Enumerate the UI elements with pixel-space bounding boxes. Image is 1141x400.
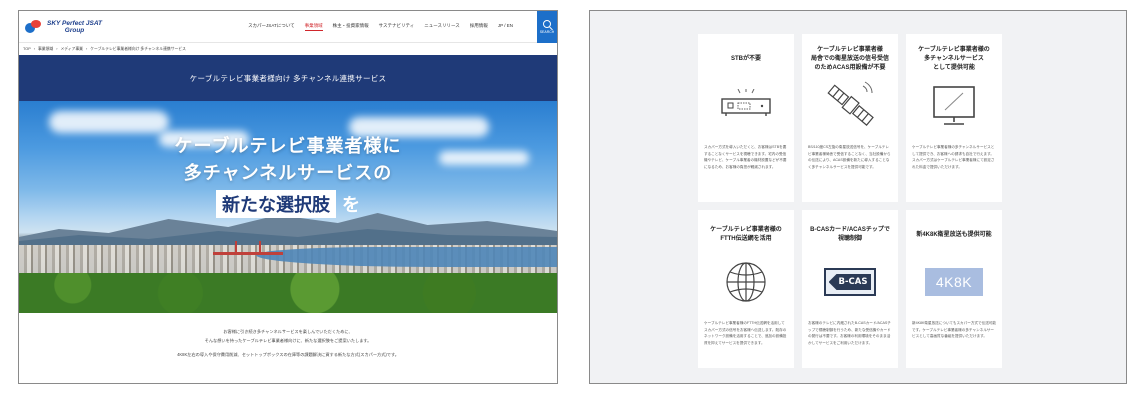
feature-card: B-CASカード/ACASチップで 視聴制御 B-CAS お客様のテレビに内蔵され… (802, 210, 898, 368)
hero-highlight: 新たな選択肢 (216, 190, 336, 218)
feature-card: 新4K8K衛星放送も提供可能 4K8K 新4K8K衛星放送についてもスカパー方式… (906, 210, 1002, 368)
card-description: お客様のテレビに内蔵されたB-CASカード/ACASチップで視聴制御を行うため、… (808, 321, 891, 345)
hero-line-2: 多チャンネルサービスの (183, 163, 393, 183)
global-nav: スカパーJSATについて 事業領域 株主・投資家情報 サステナビリティ ニュース… (248, 23, 513, 31)
hero-image: ケーブルテレビ事業者様に 多チャンネルサービスの 新たな選択肢 を (19, 101, 557, 313)
4k8k-label: 4K8K (935, 274, 973, 290)
hero-line-1: ケーブルテレビ事業者様に (174, 136, 402, 156)
breadcrumb: TOP › 事業領域 › メディア事業 › ケーブルテレビ事業者様向け 多チャンネル連… (23, 46, 186, 52)
company-logo[interactable]: SKY Perfect JSAT Group (25, 19, 103, 34)
intro-line: そんな想いを持ったケーブルテレビ事業者様向けに、新たな選択肢をご提案いたします。 (204, 338, 372, 343)
search-button[interactable]: SEARCH (537, 11, 557, 43)
b-cas-label: B-CAS (838, 277, 868, 287)
feature-grid: STBが不要 スカパー方式を導入いただくと、お客様はSTBを要することなくサービ… (698, 34, 1002, 368)
breadcrumb-item[interactable]: 事業領域 (38, 47, 53, 52)
logo-mark-icon (25, 19, 43, 34)
site-header: SKY Perfect JSAT Group スカパーJSATについて 事業領域… (19, 11, 557, 43)
feature-card: ケーブルテレビ事業者様の FTTH伝送網を活用 ケーブルテレビ事業者様のFTTH伝… (698, 210, 794, 368)
globe-network-icon (726, 262, 766, 302)
nav-item-about[interactable]: スカパーJSATについて (248, 23, 295, 31)
card-title: 新4K8K衛星放送も提供可能 (916, 231, 992, 238)
set-top-box-icon (721, 89, 771, 116)
card-title: ケーブルテレビ事業者様 局舎での衛星放送の信号受信 のためACAS用設備が不要 (810, 46, 889, 71)
card-description: ケーブルテレビ事業者様の多チャンネルサービスとして提供でき、お客様への請求も自社… (912, 145, 995, 169)
intro-line: 4K8K左右の導入や保守費用削減、セットトップボックスの在庫等の課題解決に資する… (177, 352, 399, 357)
television-icon (933, 86, 975, 125)
nav-item-investors[interactable]: 株主・投資家情報 (333, 23, 369, 31)
breadcrumb-item[interactable]: TOP (23, 47, 31, 51)
card-description: BS/110度CS左旋の衛星放送信号を、ケーブルテレビ事業者様局舎で受信すること… (808, 145, 891, 169)
feature-cards-screenshot: STBが不要 スカパー方式を導入いただくと、お客様はSTBを要することなくサービ… (589, 10, 1127, 384)
logo-text-line1: SKY Perfect JSAT (47, 19, 103, 27)
foreground-trees (19, 273, 557, 313)
search-label: SEARCH (539, 30, 555, 34)
hero-suffix: を (342, 195, 360, 215)
logo-text-line2: Group (64, 26, 85, 34)
4k8k-icon: 4K8K (925, 268, 983, 296)
intro-line: お客様に引き続き多チャンネルサービスを楽しんでいただくために、 (223, 329, 353, 334)
page-title-banner: ケーブルテレビ事業者様向け 多チャンネル連携サービス (19, 55, 557, 101)
card-description: スカパー方式を導入いただくと、お客様はSTBを要することなくサービスを視聴できま… (704, 145, 787, 169)
card-description: 新4K8K衛星放送についてもスカパー方式で伝送可能です。ケーブルテレビ事業者様の… (912, 321, 996, 339)
breadcrumb-item[interactable]: メディア事業 (60, 47, 83, 52)
bridge (212, 241, 283, 255)
nav-item-language[interactable]: JP / EN (498, 23, 513, 31)
satellite-icon (827, 81, 874, 126)
feature-card: STBが不要 スカパー方式を導入いただくと、お客様はSTBを要することなくサービ… (698, 34, 794, 202)
feature-card: ケーブルテレビ事業者様 局舎での衛星放送の信号受信 のためACAS用設備が不要 BS… (802, 34, 898, 202)
search-icon (543, 20, 551, 28)
nav-item-business[interactable]: 事業領域 (304, 23, 323, 31)
nav-item-news[interactable]: ニュースリリース (424, 23, 460, 31)
page-title: ケーブルテレビ事業者様向け 多チャンネル連携サービス (189, 73, 387, 83)
b-cas-card-icon: B-CAS (824, 268, 876, 296)
card-title: B-CASカード/ACASチップで 視聴制御 (810, 227, 890, 242)
card-title: ケーブルテレビ事業者様の FTTH伝送網を活用 (710, 227, 782, 242)
card-title: ケーブルテレビ事業者様の 多チャンネルサービス として提供可能 (918, 46, 990, 71)
card-title: STBが不要 (730, 55, 761, 62)
breadcrumb-current: ケーブルテレビ事業者様向け 多チャンネル連携サービス (90, 46, 186, 51)
feature-card: ケーブルテレビ事業者様の 多チャンネルサービス として提供可能 ケーブルテレビ事業者… (906, 34, 1002, 202)
card-description: ケーブルテレビ事業者様のFTTH伝送網を活用してスカパー方式の信号をお客様へ伝送… (704, 321, 787, 345)
nav-item-sustainability[interactable]: サステナビリティ (379, 23, 415, 31)
intro-text: お客様に引き続き多チャンネルサービスを楽しんでいただくために、 そんな想いを持っ… (19, 313, 557, 359)
hero-headline: ケーブルテレビ事業者様に 多チャンネルサービスの 新たな選択肢 を (19, 133, 557, 218)
webpage-screenshot-left: SKY Perfect JSAT Group スカパーJSATについて 事業領域… (18, 10, 558, 384)
nav-item-careers[interactable]: 採用情報 (470, 23, 488, 31)
